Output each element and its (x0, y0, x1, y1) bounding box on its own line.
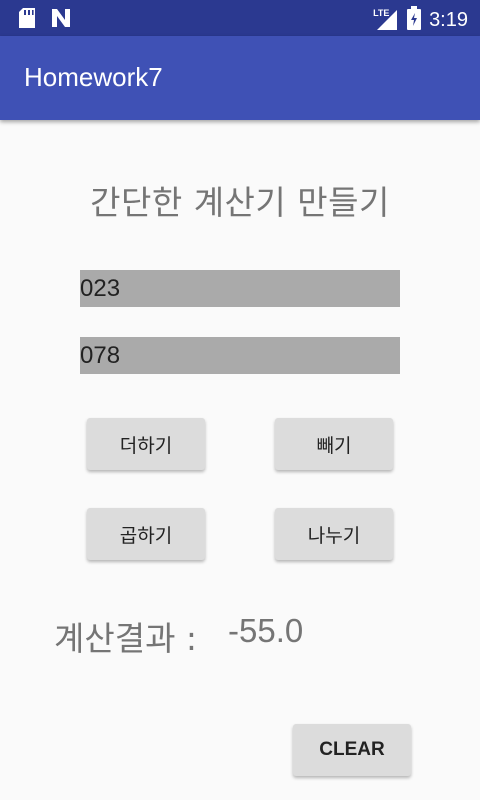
result-label: 계산결과 : (54, 619, 198, 658)
signal-icon: LTE (373, 8, 399, 32)
page-heading: 간단한 계산기 만들기 (90, 183, 390, 222)
number-input-2[interactable]: 078 (80, 337, 400, 374)
subtract-button[interactable]: 빼기 (275, 418, 393, 470)
number-input-1[interactable]: 023 (80, 270, 400, 307)
battery-icon (407, 6, 422, 34)
sd-card-icon (18, 7, 36, 33)
n-notification-icon (50, 7, 72, 33)
app-bar: Homework7 (0, 36, 480, 120)
add-button[interactable]: 더하기 (87, 418, 205, 470)
clear-button[interactable]: CLEAR (293, 724, 411, 776)
divide-button[interactable]: 나누기 (275, 508, 393, 560)
status-bar: LTE 3:19 (0, 0, 480, 36)
status-time: 3:19 (429, 8, 468, 31)
result-value: -55.0 (228, 612, 304, 649)
multiply-button[interactable]: 곱하기 (87, 508, 205, 560)
app-title: Homework7 (24, 62, 163, 92)
